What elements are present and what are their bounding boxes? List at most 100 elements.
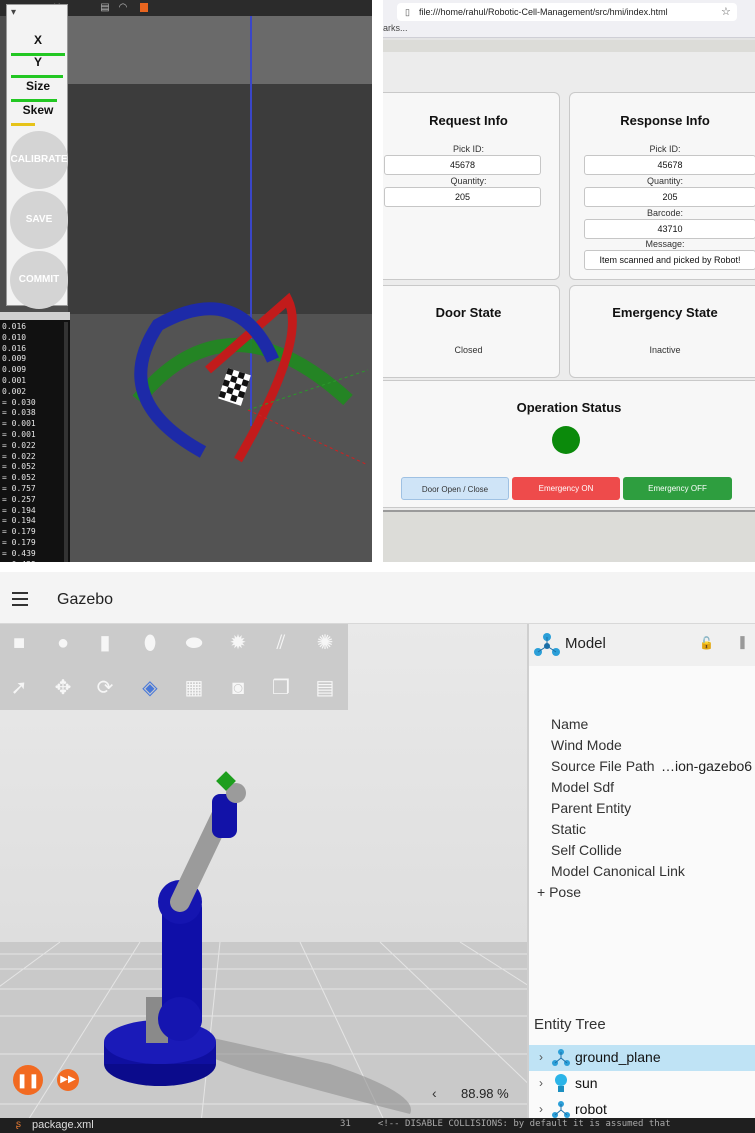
response-quantity-field[interactable]: 205 — [584, 187, 755, 207]
rotation-gizmo[interactable] — [68, 280, 372, 480]
terminal-line: = 0.030 — [2, 397, 36, 407]
lock-icon[interactable]: 🔓 — [699, 636, 714, 650]
door-toggle-button[interactable]: Door Open / Close — [401, 477, 509, 500]
scene-toolbar: ■ ● ▮ ⬮ ⬬ ✹ ⫽ ✺ ➚ ✥ ⟳ ◈ ▦ ◙ ❐ ▤ — [0, 624, 348, 710]
save-button[interactable]: SAVE — [10, 191, 68, 249]
bookmark-star-icon[interactable]: ☆ — [721, 3, 731, 21]
request-info-card: Request Info Pick ID: 45678 Quantity: 20… — [383, 92, 560, 280]
request-pick-id-field[interactable]: 45678 — [384, 155, 541, 175]
expand-arrow-icon[interactable]: › — [539, 1076, 543, 1090]
emergency-state-card: Emergency State Inactive — [569, 285, 755, 378]
panel-menu-icon[interactable]: ▾ — [11, 7, 16, 18]
select-mode-icon[interactable]: ➚ — [6, 675, 32, 701]
screenshot-camera-icon[interactable]: ◙ — [225, 675, 251, 701]
model-icon — [552, 1101, 570, 1118]
terminal-line: 0.002 — [2, 386, 27, 396]
prop-static: Static — [551, 821, 587, 837]
emergency-off-button[interactable]: Emergency OFF — [623, 477, 732, 500]
terminal-line: = 0.001 — [2, 429, 36, 439]
transform-control-icon[interactable]: ◈ — [137, 675, 163, 701]
copy-icon[interactable]: ❐ — [268, 675, 294, 701]
capsule-shape-icon[interactable]: ⬮ — [137, 630, 163, 656]
browser-toolbar: ▯ file:///home/rahul/Robotic-Cell-Manage… — [383, 0, 755, 38]
prop-parent-entity: Parent Entity — [551, 800, 632, 816]
entity-row-ground-plane[interactable]: › ground_plane — [529, 1045, 755, 1071]
hamburger-menu-icon[interactable] — [12, 592, 28, 606]
cylinder-shape-icon[interactable]: ▮ — [92, 630, 118, 656]
terminal-line: = 0.179 — [2, 527, 36, 537]
terminal-scrollbar[interactable] — [64, 322, 68, 562]
toolbar-icon[interactable]: ▤ — [100, 2, 110, 13]
room-ceiling — [68, 16, 372, 86]
step-forward-button[interactable]: ▶▶ — [57, 1069, 79, 1091]
terminal-line: = 0.179 — [2, 537, 36, 547]
gazebo-header: Gazebo — [0, 572, 755, 624]
terminal-line: = 0.038 — [2, 408, 36, 418]
file-icon: ▯ — [405, 7, 410, 17]
sphere-shape-icon[interactable]: ● — [50, 630, 76, 656]
terminal-output: 0.016 0.010 0.016 0.009 0.009 0.001 0.002 = 0.0… — [0, 312, 70, 562]
translate-mode-icon[interactable]: ✥ — [50, 675, 76, 701]
prop-name: Name — [551, 716, 589, 732]
bookmarks-bar[interactable]: arks... — [383, 23, 408, 33]
response-info-title: Response Info — [620, 113, 710, 128]
request-quantity-field[interactable]: 205 — [384, 187, 541, 207]
expand-arrow-icon[interactable]: › — [539, 1050, 543, 1064]
entity-label: sun — [575, 1075, 598, 1091]
operation-status-card: Operation Status Door Open / Close Emerg… — [383, 380, 755, 508]
operation-status-title: Operation Status — [516, 400, 622, 415]
response-pick-id-label: Pick ID: — [649, 144, 681, 154]
terminal-line: = 0.757 — [2, 483, 36, 493]
prop-pose-expander[interactable]: + Pose — [537, 884, 581, 900]
prop-source-file-value: …ion-gazebo6 — [661, 758, 753, 774]
slider-y[interactable] — [11, 75, 63, 78]
right-side-panel: Model 🔓 ❚ Name Wind Mode Source File Pat… — [527, 624, 755, 1133]
grid-config-icon[interactable]: ▦ — [181, 675, 207, 701]
terminal-line: = 0.001 — [2, 419, 36, 429]
xml-file-icon: ʂ — [16, 1119, 21, 1130]
real-time-factor: 88.98 % — [461, 1086, 509, 1101]
prop-wind-mode: Wind Mode — [551, 737, 622, 753]
ellipsoid-shape-icon[interactable]: ⬬ — [181, 630, 207, 656]
operation-status-indicator — [552, 426, 580, 454]
response-message-field[interactable]: Item scanned and picked by Robot! — [584, 250, 755, 270]
open-file-name[interactable]: package.xml — [32, 1119, 94, 1131]
response-pick-id-field[interactable]: 45678 — [584, 155, 755, 175]
url-bar[interactable]: ▯ file:///home/rahul/Robotic-Cell-Manage… — [397, 3, 737, 21]
spot-light-icon[interactable]: ✺ — [312, 630, 338, 656]
slider-skew[interactable] — [11, 123, 35, 126]
prop-model-sdf: Model Sdf — [551, 779, 615, 795]
terminal-line: = 0.439 — [2, 560, 36, 562]
toolbar-icon[interactable]: ◠ — [118, 2, 128, 13]
expand-arrow-icon[interactable]: › — [539, 1102, 543, 1116]
emergency-on-button[interactable]: Emergency ON — [512, 477, 620, 500]
emergency-state-title: Emergency State — [612, 305, 718, 320]
hmi-dashboard: Request Info Pick ID: 45678 Quantity: 20… — [383, 52, 755, 512]
terminal-line: = 0.257 — [2, 494, 36, 504]
directional-light-icon[interactable]: ⫽ — [268, 630, 294, 656]
door-state-title: Door State — [435, 305, 502, 320]
model-icon — [552, 1049, 570, 1066]
editor-status-bar: ʂ package.xml 31 <!-- DISABLE COLLISIONS… — [0, 1118, 755, 1133]
url-text: file:///home/rahul/Robotic-Cell-Manageme… — [419, 7, 668, 17]
pause-button[interactable]: ❚❚ — [13, 1065, 43, 1095]
terminal-header — [0, 312, 70, 320]
commit-button[interactable]: COMMIT — [10, 251, 68, 309]
response-barcode-field[interactable]: 43710 — [584, 219, 755, 239]
box-shape-icon[interactable]: ■ — [6, 630, 32, 656]
terminal-line: = 0.052 — [2, 462, 36, 472]
chevron-left-icon[interactable]: ‹ — [432, 1085, 437, 1101]
rotate-mode-icon[interactable]: ⟳ — [92, 675, 118, 701]
panel-options-icon[interactable]: ❚ — [737, 634, 748, 650]
response-quantity-label: Quantity: — [646, 176, 684, 186]
model-icon — [534, 633, 560, 656]
door-state-value: Closed — [454, 345, 483, 355]
entity-row-sun[interactable]: › sun — [529, 1071, 755, 1097]
door-state-card: Door State Closed — [383, 285, 560, 378]
slider-size[interactable] — [11, 99, 57, 102]
calibration-panel: ▾ X Y Size Skew CALIBRATE SAVE COMMIT — [6, 4, 68, 309]
calibrate-button[interactable]: CALIBRATE — [10, 131, 68, 189]
record-icon[interactable] — [140, 3, 148, 12]
paste-icon[interactable]: ▤ — [312, 675, 338, 701]
point-light-icon[interactable]: ✹ — [225, 630, 251, 656]
